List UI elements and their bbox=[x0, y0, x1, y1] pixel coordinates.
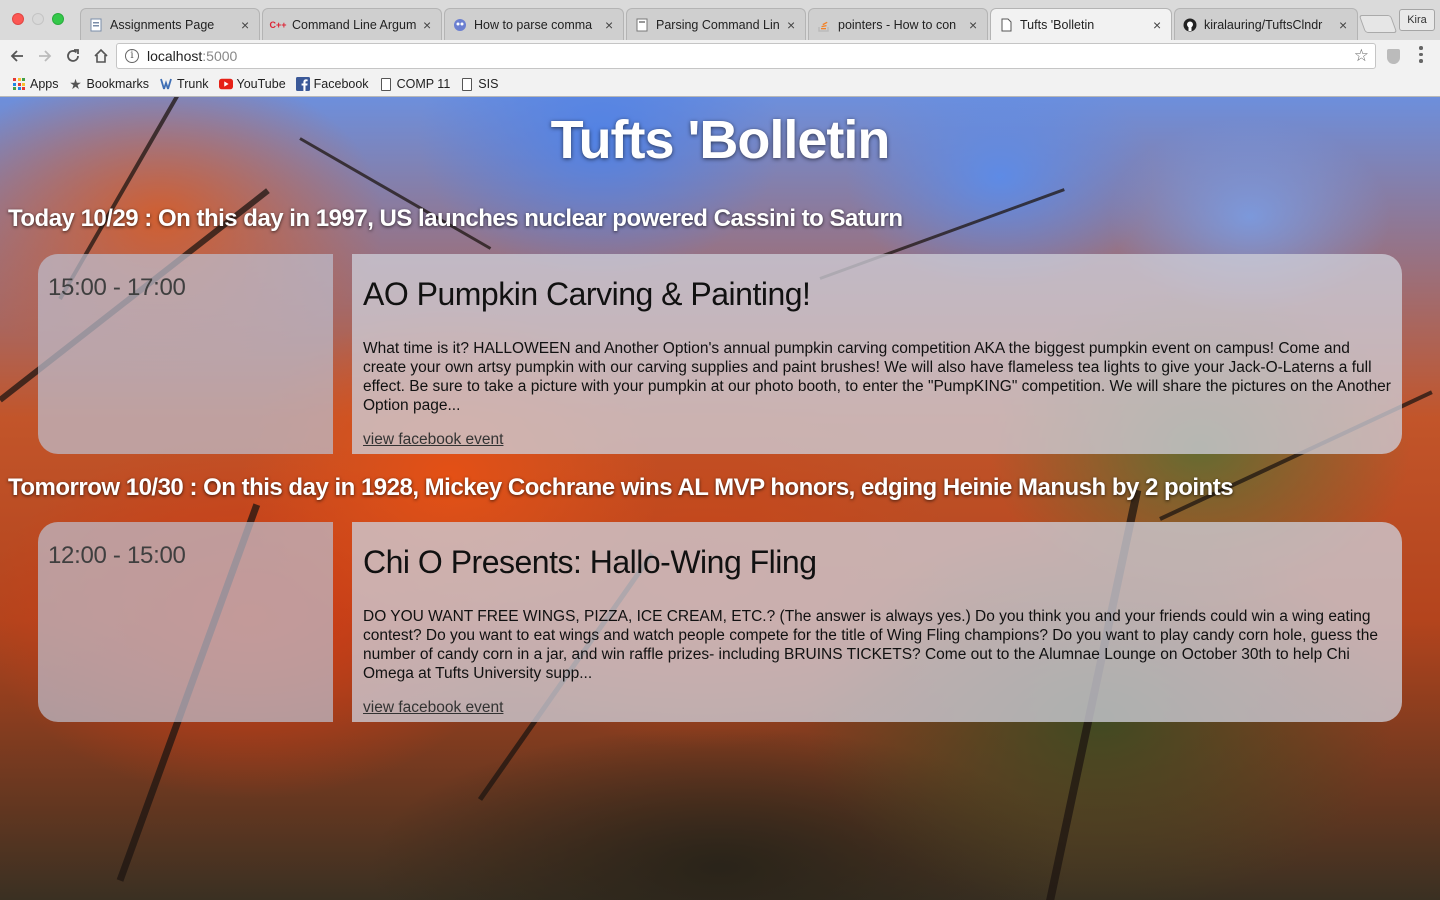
bookmark-apps[interactable]: Apps bbox=[12, 77, 59, 91]
reload-icon[interactable] bbox=[62, 45, 84, 67]
tab-parsing-command[interactable]: Parsing Command Lin × bbox=[626, 8, 806, 40]
bookmarks-bar: Apps ★ Bookmarks Trunk YouTube Facebook … bbox=[0, 72, 1440, 97]
star-icon: ★ bbox=[69, 75, 82, 92]
home-icon[interactable] bbox=[90, 45, 112, 67]
bookmark-bookmarks[interactable]: ★ Bookmarks bbox=[69, 75, 150, 92]
page-viewport: Tufts 'Bolletin Today 10/29 : On this da… bbox=[0, 97, 1440, 900]
page-icon bbox=[999, 18, 1013, 32]
facebook-icon bbox=[295, 77, 310, 91]
close-icon[interactable]: × bbox=[605, 17, 615, 33]
event-card: AO Pumpkin Carving & Painting! What time… bbox=[352, 254, 1402, 454]
tab-title: Tufts 'Bolletin bbox=[1020, 18, 1095, 32]
event-time-box: 15:00 - 17:00 bbox=[38, 254, 333, 454]
profile-button[interactable]: Kira bbox=[1399, 9, 1435, 31]
menu-dots-icon[interactable] bbox=[1417, 46, 1425, 63]
url-port: :5000 bbox=[202, 48, 238, 64]
tab-title: How to parse comma bbox=[474, 17, 593, 32]
event-title: Chi O Presents: Hallo-Wing Fling bbox=[363, 544, 817, 580]
bookmark-label: YouTube bbox=[236, 77, 286, 91]
tab-tufts-bolletin[interactable]: Tufts 'Bolletin × bbox=[990, 8, 1172, 41]
event-description: DO YOU WANT FREE WINGS, PIZZA, ICE CREAM… bbox=[363, 608, 1378, 682]
bookmark-label: Apps bbox=[30, 77, 59, 91]
new-tab-button[interactable] bbox=[1358, 15, 1398, 33]
back-arrow-icon[interactable] bbox=[6, 45, 28, 67]
close-window-button[interactable] bbox=[12, 13, 24, 25]
minimize-window-button[interactable] bbox=[32, 13, 44, 25]
close-icon[interactable]: × bbox=[787, 17, 797, 33]
document-icon bbox=[460, 77, 474, 91]
tab-title: Command Line Argum bbox=[292, 17, 417, 32]
youtube-icon bbox=[218, 77, 233, 91]
day-heading-today: Today 10/29 : On this day in 1997, US la… bbox=[8, 205, 903, 232]
close-icon[interactable]: × bbox=[1153, 17, 1163, 33]
close-icon[interactable]: × bbox=[241, 17, 251, 33]
url-host: localhost bbox=[147, 48, 203, 64]
event-time: 15:00 - 17:00 bbox=[48, 274, 186, 301]
day-heading-tomorrow: Tomorrow 10/30 : On this day in 1928, Mi… bbox=[8, 474, 1234, 501]
bookmark-trunk[interactable]: Trunk bbox=[159, 77, 209, 91]
event-card: Chi O Presents: Hallo-Wing Fling DO YOU … bbox=[352, 522, 1402, 722]
browser-toolbar: i localhost:5000 ☆ bbox=[0, 40, 1440, 72]
bookmark-facebook[interactable]: Facebook bbox=[295, 77, 369, 91]
bookmark-label: COMP 11 bbox=[396, 77, 451, 91]
bookmark-label: Bookmarks bbox=[86, 77, 150, 91]
bookmark-label: Trunk bbox=[177, 77, 209, 91]
tab-assignments[interactable]: Assignments Page × bbox=[80, 8, 260, 40]
apps-grid-icon bbox=[12, 77, 26, 91]
bookmark-label: SIS bbox=[478, 77, 499, 91]
bookmark-label: Facebook bbox=[313, 77, 369, 91]
tab-title: Assignments Page bbox=[110, 17, 215, 32]
close-icon[interactable]: × bbox=[423, 17, 433, 33]
page-title: Tufts 'Bolletin bbox=[550, 110, 891, 170]
tab-title: kiralauring/TuftsClndr bbox=[1204, 17, 1323, 32]
github-icon bbox=[1183, 18, 1197, 32]
info-icon[interactable]: i bbox=[125, 49, 139, 63]
maximize-window-button[interactable] bbox=[52, 13, 64, 25]
bookmark-star-icon[interactable]: ☆ bbox=[1354, 46, 1369, 66]
site-icon bbox=[453, 18, 467, 32]
bookmark-youtube[interactable]: YouTube bbox=[218, 77, 286, 91]
cplusplus-icon: C++ bbox=[269, 19, 287, 30]
forward-arrow-icon[interactable] bbox=[34, 45, 56, 67]
tab-title: pointers - How to con bbox=[838, 17, 957, 32]
tab-strip: Assignments Page × C++ Command Line Argu… bbox=[0, 0, 1440, 41]
event-title: AO Pumpkin Carving & Painting! bbox=[363, 276, 811, 312]
event-description: What time is it? HALLOWEEN and Another O… bbox=[363, 340, 1391, 414]
page-icon bbox=[89, 18, 103, 32]
bookmark-comp11[interactable]: COMP 11 bbox=[379, 77, 451, 91]
event-time-box: 12:00 - 15:00 bbox=[38, 522, 333, 722]
document-icon bbox=[379, 77, 393, 91]
tab-github[interactable]: kiralauring/TuftsClndr × bbox=[1174, 8, 1358, 40]
tab-parse-command[interactable]: How to parse comma × bbox=[444, 8, 624, 40]
tab-title: Parsing Command Lin bbox=[656, 17, 780, 32]
bookmark-sis[interactable]: SIS bbox=[460, 77, 498, 91]
tab-command-line[interactable]: C++ Command Line Argum × bbox=[262, 8, 442, 40]
extension-shield-icon[interactable] bbox=[1387, 49, 1400, 64]
close-icon[interactable]: × bbox=[969, 17, 979, 33]
view-facebook-event-link[interactable]: view facebook event bbox=[363, 699, 503, 717]
document-icon bbox=[635, 18, 649, 32]
close-icon[interactable]: × bbox=[1339, 17, 1349, 33]
stackoverflow-icon bbox=[817, 18, 831, 32]
event-time: 12:00 - 15:00 bbox=[48, 542, 186, 569]
address-bar[interactable]: i localhost:5000 ☆ bbox=[116, 43, 1376, 69]
tab-pointers[interactable]: pointers - How to con × bbox=[808, 8, 988, 40]
view-facebook-event-link[interactable]: view facebook event bbox=[363, 431, 503, 449]
trunk-icon bbox=[159, 77, 173, 91]
